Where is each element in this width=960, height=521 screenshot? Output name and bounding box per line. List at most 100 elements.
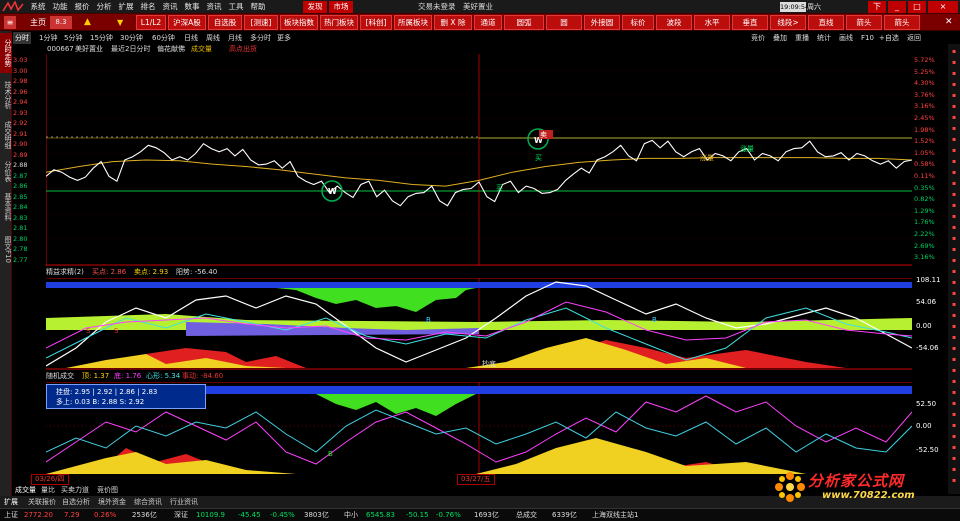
right-strip-icon[interactable]: ▪ (950, 169, 958, 177)
menu-function[interactable]: 功能 (49, 0, 71, 14)
right-strip-icon[interactable]: ▪ (950, 312, 958, 320)
right-strip-icon[interactable]: ▪ (950, 367, 958, 375)
period-more[interactable]: 更多 (277, 32, 291, 44)
discover-button[interactable]: 发现 (303, 1, 327, 13)
toolbar-btn-arc[interactable]: 圆弧 (504, 15, 544, 30)
home-label[interactable]: 主页 (30, 14, 46, 31)
right-strip-icon[interactable]: ▪ (950, 114, 958, 122)
right-strip-icon[interactable]: ▪ (950, 224, 958, 232)
sub2-title[interactable]: 随机成交 (46, 371, 74, 381)
sh-label[interactable]: 上证 (4, 509, 18, 521)
nav-fundamentals[interactable]: 基本资料 (0, 189, 12, 225)
toolbar-btn-arrow[interactable]: 箭头 (846, 15, 882, 30)
indicator-panel-1[interactable]: S S B B 抄底 (46, 278, 912, 370)
toolbar-btn-watchlist[interactable]: 自选股 (208, 15, 242, 30)
tab-buy-sell-force[interactable]: 买卖力道 (61, 485, 89, 496)
toolbar-btn-hot-sector[interactable]: 热门板块 (320, 15, 358, 30)
toolbar-btn-sector-index[interactable]: 板块指数 (280, 15, 318, 30)
right-strip-icon[interactable]: ▪ (950, 103, 958, 111)
toolbar-close-icon[interactable]: ✕ (945, 14, 953, 31)
right-strip-icon[interactable]: ▪ (950, 59, 958, 67)
window-down-button[interactable]: 下 (868, 1, 886, 13)
toolbar-btn-delete[interactable]: 删 X 除 (434, 15, 472, 30)
period-60min[interactable]: 60分钟 (152, 32, 175, 44)
right-strip-icon[interactable]: ▪ (950, 158, 958, 166)
toolbar-btn-channel[interactable]: 通道 (474, 15, 502, 30)
right-strip-icon[interactable]: ▪ (950, 246, 958, 254)
market-button[interactable]: 市场 (329, 1, 353, 13)
right-strip-icon[interactable]: ▪ (950, 202, 958, 210)
add-watchlist-button[interactable]: +自选 (879, 32, 899, 44)
toolbar-btn-belong-sector[interactable]: 所属板块 (394, 15, 432, 30)
right-strip-icon[interactable]: ▪ (950, 455, 958, 463)
toolbar-btn-line[interactable]: 直线 (808, 15, 844, 30)
toolbar-btn-horizontal[interactable]: 水平 (694, 15, 730, 30)
tab-auction-chart[interactable]: 竞价图 (97, 485, 118, 496)
right-strip-icon[interactable]: ▪ (950, 235, 958, 243)
right-strip-icon[interactable]: ▪ (950, 136, 958, 144)
menu-help[interactable]: 帮助 (247, 0, 269, 14)
menu-toggle-icon[interactable]: ≡ (4, 16, 16, 29)
toolbar-btn-circle[interactable]: 圆 (546, 15, 582, 30)
right-strip-icon[interactable]: ▪ (950, 400, 958, 408)
menu-system[interactable]: 系统 (27, 0, 49, 14)
period-15min[interactable]: 15分钟 (90, 32, 113, 44)
menu-news[interactable]: 资讯 (159, 0, 181, 14)
sub1-title[interactable]: 精益求精(2) (46, 267, 84, 277)
window-close-button[interactable]: × (928, 1, 958, 13)
stats-button[interactable]: 统计 (817, 32, 831, 44)
ext-tab-foreign-capital[interactable]: 境外资金 (98, 496, 126, 508)
right-strip-icon[interactable]: ▪ (950, 268, 958, 276)
tab-volume-ratio[interactable]: 量比 (41, 485, 55, 496)
toolbar-btn-price-tag[interactable]: 标价 (622, 15, 654, 30)
nav-price-table[interactable]: 分价表 (0, 157, 12, 185)
zx-label[interactable]: 中小 (344, 509, 358, 521)
window-maximize-button[interactable]: □ (908, 1, 926, 13)
right-strip-icon[interactable]: ▪ (950, 345, 958, 353)
draw-line-button[interactable]: 画线 (839, 32, 853, 44)
toolbar-btn-arrow-2[interactable]: 箭头 (884, 15, 920, 30)
toolbar-btn-circumcircle[interactable]: 外接圆 (584, 15, 620, 30)
right-strip-icon[interactable]: ▪ (950, 444, 958, 452)
menu-tools[interactable]: 工具 (225, 0, 247, 14)
ext-tab-composite-news[interactable]: 综合资讯 (134, 496, 162, 508)
tab-volume[interactable]: 成交量 (15, 485, 36, 496)
up-arrow-icon[interactable]: ▲ (84, 14, 91, 31)
toolbar-btn-speed[interactable]: [测速] (244, 15, 278, 30)
right-strip-icon[interactable]: ▪ (950, 180, 958, 188)
toolbar-btn-segment[interactable]: 线段> (770, 15, 806, 30)
auction-button[interactable]: 竞价 (751, 32, 765, 44)
right-strip-icon[interactable]: ▪ (950, 378, 958, 386)
ext-tab-industry-news[interactable]: 行业资讯 (170, 496, 198, 508)
menu-data[interactable]: 数事 (181, 0, 203, 14)
overlay-button[interactable]: 叠加 (773, 32, 787, 44)
right-strip-icon[interactable]: ▪ (950, 290, 958, 298)
server-name[interactable]: 上海双线主站1 (592, 509, 638, 521)
ext-tab-watch-analysis[interactable]: 自选分析 (62, 496, 90, 508)
period-5min[interactable]: 5分钟 (64, 32, 82, 44)
right-strip-icon[interactable]: ▪ (950, 48, 958, 56)
sz-label[interactable]: 深证 (174, 509, 188, 521)
ext-tab-extend[interactable]: 扩展 (4, 496, 18, 508)
period-multi-intraday[interactable]: 多分时 (250, 32, 271, 44)
toolbar-btn-vertical[interactable]: 垂直 (732, 15, 768, 30)
menu-info[interactable]: 资讯 (203, 0, 225, 14)
period-intraday[interactable]: 分时 (13, 32, 31, 44)
menu-quote[interactable]: 报价 (71, 0, 93, 14)
window-minimize-button[interactable]: _ (888, 1, 906, 13)
right-strip-icon[interactable]: ▪ (950, 191, 958, 199)
right-strip-icon[interactable]: ▪ (950, 411, 958, 419)
toolbar-btn-wave[interactable]: 波段 (656, 15, 692, 30)
period-day[interactable]: 日线 (184, 32, 198, 44)
period-30min[interactable]: 30分钟 (120, 32, 143, 44)
nav-trade-detail[interactable]: 成交明细 (0, 117, 12, 153)
toolbar-btn-a-shares[interactable]: 沪深A股 (168, 15, 206, 30)
right-strip-icon[interactable]: ▪ (950, 279, 958, 287)
right-strip-icon[interactable]: ▪ (950, 422, 958, 430)
nav-technical[interactable]: 技术分析 (0, 77, 12, 113)
right-strip-icon[interactable]: ▪ (950, 323, 958, 331)
menu-analysis[interactable]: 分析 (93, 0, 115, 14)
right-strip-icon[interactable]: ▪ (950, 70, 958, 78)
right-strip-icon[interactable]: ▪ (950, 433, 958, 441)
period-week[interactable]: 周线 (206, 32, 220, 44)
